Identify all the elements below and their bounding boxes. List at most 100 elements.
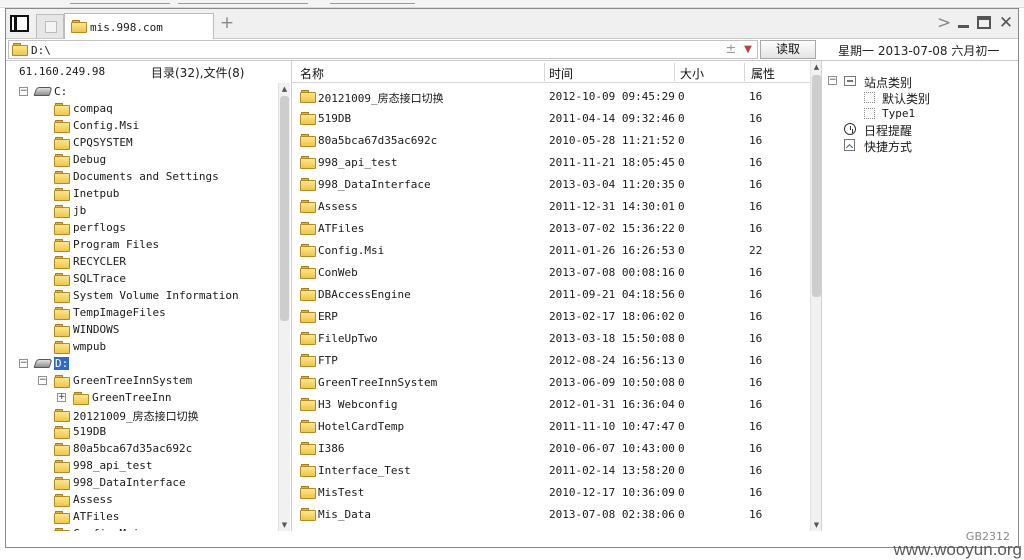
scroll-up-icon[interactable]: ▲ [279, 83, 290, 95]
tree-folder-node[interactable]: − GreenTreeInnSystem [6, 372, 276, 389]
tree-folder-node[interactable]: SQLTrace [6, 270, 276, 287]
scroll-down-icon[interactable]: ▼ [279, 519, 290, 531]
tree-node-label: Assess [73, 493, 113, 506]
table-row[interactable]: Interface_Test 2011-02-14 13:58:20 0 16 [292, 459, 808, 481]
read-button[interactable]: 读取 [760, 40, 816, 59]
tree-folder-node[interactable]: perflogs [6, 219, 276, 236]
tree-folder-node[interactable]: jb [6, 202, 276, 219]
file-attr: 16 [749, 486, 763, 499]
expand-icon[interactable]: + [57, 393, 66, 402]
panel-toggle-icon[interactable] [10, 15, 29, 32]
column-divider[interactable] [744, 63, 745, 81]
maximize-button[interactable] [977, 16, 991, 29]
tree-node-label: Debug [73, 153, 107, 166]
header-name[interactable]: 名称 [300, 65, 324, 82]
category-item-icon [864, 108, 875, 119]
path-input[interactable]: D:\ ± ▼ [8, 40, 758, 59]
table-row[interactable]: I386 2010-06-07 10:43:00 0 16 [292, 437, 808, 459]
tree-folder-node[interactable]: ATFiles [6, 508, 276, 525]
plus-icon[interactable]: ± [725, 41, 737, 59]
tree-folder-node[interactable]: CPQSYSTEM [6, 134, 276, 151]
chevron-down-icon[interactable]: ▼ [741, 41, 755, 59]
folder-icon [300, 376, 316, 389]
tree-folder-node[interactable]: Program Files [6, 236, 276, 253]
collapse-icon[interactable]: − [19, 87, 28, 96]
minimize-button[interactable] [958, 16, 970, 30]
type1-node[interactable]: Type1 [864, 105, 1014, 121]
new-tab-button[interactable]: + [219, 13, 235, 33]
file-attr: 16 [749, 310, 763, 323]
header-time[interactable]: 时间 [549, 65, 573, 82]
collapse-icon[interactable]: − [38, 376, 47, 385]
file-time: 2010-06-07 10:43:00 [549, 442, 675, 455]
file-attr: 16 [749, 332, 763, 345]
tree-folder-node[interactable]: Debug [6, 151, 276, 168]
file-name: FileUpTwo [318, 332, 378, 345]
table-row[interactable]: 80a5bca67d35ac692c 2010-05-28 11:21:52 0 16 [292, 129, 808, 151]
tab-blank[interactable] [36, 14, 64, 38]
file-size: 0 [678, 112, 685, 125]
file-attr: 16 [749, 288, 763, 301]
file-name: Assess [318, 200, 358, 213]
tree-folder-node[interactable]: wmpub [6, 338, 276, 355]
table-row[interactable]: 519DB 2011-04-14 09:32:46 0 16 [292, 107, 808, 129]
tree-folder-node[interactable]: compaq [6, 100, 276, 117]
tree-folder-node[interactable]: Inetpub [6, 185, 276, 202]
tree-folder-node[interactable]: 998_api_test [6, 457, 276, 474]
table-row[interactable]: 998_api_test 2011-11-21 18:05:45 0 16 [292, 151, 808, 173]
category-root-node[interactable]: − 站点类别 [828, 73, 1008, 90]
table-row[interactable]: Mis_Data 2013-07-08 02:38:06 0 16 [292, 503, 808, 525]
file-list-pane: 名称 时间 大小 属性 20121009_房态接口切换 2012-10-09 09… [291, 61, 822, 531]
tree-drive-node[interactable]: − D: [6, 355, 276, 372]
tree-node-label: Inetpub [73, 187, 120, 200]
table-row[interactable]: FileUpTwo 2013-03-18 15:50:08 0 16 [292, 327, 808, 349]
table-row[interactable]: Assess 2011-12-31 14:30:01 0 16 [292, 195, 808, 217]
shortcuts-node[interactable]: 快捷方式 [844, 137, 1014, 154]
file-name: 80a5bca67d35ac692c [318, 134, 438, 147]
tree-folder-node[interactable]: RECYCLER [6, 253, 276, 270]
file-size: 0 [678, 266, 685, 279]
tree-folder-node[interactable]: Config.Msi [6, 525, 276, 531]
tree-folder-node[interactable]: 998_DataInterface [6, 474, 276, 491]
column-divider[interactable] [674, 63, 675, 81]
close-button[interactable]: ✕ [998, 14, 1014, 32]
table-row[interactable]: ConWeb 2013-07-08 00:08:16 0 16 [292, 261, 808, 283]
tree-folder-node[interactable]: Documents and Settings [6, 168, 276, 185]
table-row[interactable]: FTP 2012-08-24 16:56:13 0 16 [292, 349, 808, 371]
default-category-node[interactable]: 默认类别 [864, 89, 1014, 106]
table-row[interactable]: ATFiles 2013-07-02 15:36:22 0 16 [292, 217, 808, 239]
table-row[interactable]: ERP 2013-02-17 18:06:02 0 16 [292, 305, 808, 327]
tree-folder-node[interactable]: 519DB [6, 423, 276, 440]
table-row[interactable]: 998_DataInterface 2013-03-04 11:20:35 0 16 [292, 173, 808, 195]
tree-folder-node[interactable]: + GreenTreeInn [6, 389, 276, 406]
column-divider[interactable] [544, 63, 545, 81]
table-row[interactable]: Config.Msi 2011-01-26 16:26:53 0 22 [292, 239, 808, 261]
collapse-icon[interactable]: − [19, 359, 28, 368]
table-row[interactable]: 20121009_房态接口切换 2012-10-09 09:45:29 0 16 [292, 85, 808, 107]
tree-folder-node[interactable]: WINDOWS [6, 321, 276, 338]
table-row[interactable]: DBAccessEngine 2011-09-21 04:18:56 0 16 [292, 283, 808, 305]
table-row[interactable]: MisTest 2010-12-17 10:36:09 0 16 [292, 481, 808, 503]
tree-folder-node[interactable]: TempImageFiles [6, 304, 276, 321]
tree-folder-node[interactable]: 20121009_房态接口切换 [6, 406, 276, 423]
table-row[interactable]: H3 Webconfig 2012-01-31 16:36:04 0 16 [292, 393, 808, 415]
tree-drive-node[interactable]: − C: [6, 83, 276, 100]
table-row[interactable]: HotelCardTemp 2011-11-10 10:47:47 0 16 [292, 415, 808, 437]
schedule-node[interactable]: 日程提醒 [844, 121, 1014, 138]
tab-active[interactable]: mis.998.com [64, 13, 214, 40]
tree-folder-node[interactable]: Assess [6, 491, 276, 508]
table-row[interactable]: GreenTreeInnSystem 2013-06-09 10:50:08 0 16 [292, 371, 808, 393]
header-attr[interactable]: 属性 [751, 65, 775, 82]
tree-scrollbar[interactable]: ▲ ▼ [278, 83, 290, 531]
forward-icon[interactable]: > [937, 13, 951, 33]
tree-folder-node[interactable]: System Volume Information [6, 287, 276, 304]
scroll-thumb[interactable] [280, 96, 289, 321]
file-size: 0 [678, 508, 685, 521]
collapse-icon[interactable]: − [828, 76, 837, 85]
folder-icon [300, 266, 316, 279]
header-size[interactable]: 大小 [680, 65, 704, 82]
tree-folder-node[interactable]: Config.Msi [6, 117, 276, 134]
tree-node-label: 20121009_房态接口切换 [73, 410, 199, 423]
scroll-thumb[interactable] [812, 75, 821, 297]
tree-folder-node[interactable]: 80a5bca67d35ac692c [6, 440, 276, 457]
